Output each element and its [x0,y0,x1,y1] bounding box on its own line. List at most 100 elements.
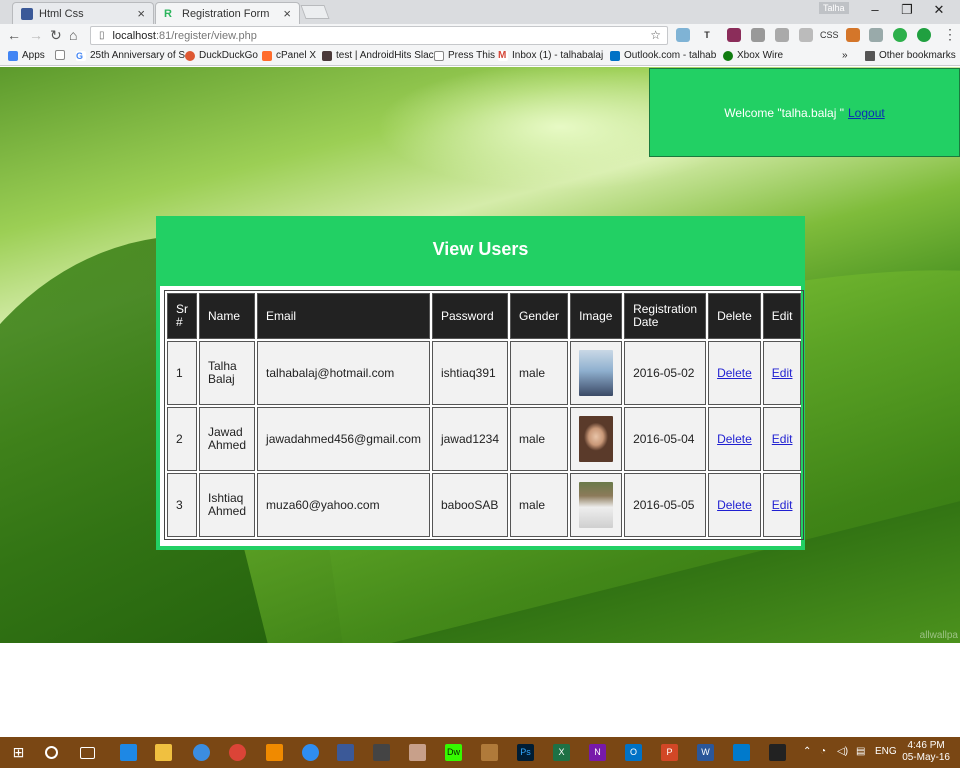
chrome-icon[interactable] [229,744,246,761]
outlook-icon[interactable]: O [625,744,642,761]
cell-delete: Delete [708,407,761,471]
welcome-box: Welcome "talha.balaj " Logout [649,68,960,157]
bookmark-outlook[interactable]: Outlook.com - talhab [610,50,716,61]
show-hidden-icons-icon[interactable]: ⌃ [803,746,811,757]
photoshop-icon[interactable]: Ps [517,744,534,761]
cell-name: Ishtiaq Ahmed [199,473,256,537]
store-icon[interactable] [373,744,390,761]
new-tab-button[interactable] [300,5,330,19]
extension-icon[interactable] [799,28,813,42]
close-icon[interactable]: × [283,6,291,21]
tab-strip: Html Css × R Registration Form × Talha –… [0,0,960,24]
bookmark-label: test | AndroidHits Slac [336,50,434,61]
bookmark-duckduckgo[interactable]: DuckDuckGo [185,50,258,61]
task-view-icon[interactable] [80,747,95,759]
bookmark-slack[interactable]: test | AndroidHits Slac [322,50,434,61]
action-center-icon[interactable]: ▤ [856,746,865,757]
users-table: Sr # Name Email Password Gender Image Re… [164,290,805,540]
menu-icon[interactable]: ⋮ [943,26,957,43]
outlook-icon [610,50,620,61]
extension-icon[interactable] [727,28,741,42]
edit-link[interactable]: Edit [772,498,793,512]
excel-icon[interactable]: X [553,744,570,761]
minimize-icon[interactable]: – [860,2,890,17]
folder-icon [865,50,875,61]
other-bookmarks[interactable]: Other bookmarks [865,50,956,61]
table-row: 1 Talha Balaj talhabalaj@hotmail.com ish… [167,341,802,405]
bookmark-press-this[interactable]: Press This [434,50,495,61]
extension-icon[interactable] [751,28,765,42]
logout-link[interactable]: Logout [848,106,885,120]
bookmarks-bar: Apps G 25th Anniversary of S DuckDuckGo c… [0,47,960,66]
bookmark-star-icon[interactable]: ☆ [650,28,661,42]
extension-icon[interactable] [676,28,690,42]
document-icon [434,50,444,61]
tab-html-css[interactable]: Html Css × [12,2,154,24]
page-info-icon[interactable]: ▯ [99,30,105,41]
bookmark-inbox[interactable]: M Inbox (1) - talhabalaj [498,50,603,61]
css-extension-icon[interactable]: CSS [820,28,839,42]
paint-icon[interactable] [409,744,426,761]
bookmarks-overflow[interactable]: » [842,50,848,61]
ie-icon[interactable] [193,744,210,761]
restore-icon[interactable]: ❐ [892,2,922,18]
extension-icon[interactable] [917,28,931,42]
cell-sr: 3 [167,473,197,537]
edit-link[interactable]: Edit [772,366,793,380]
extension-icon[interactable] [846,28,860,42]
volume-icon[interactable]: ◁) [837,746,848,757]
visual-studio-icon[interactable] [733,744,750,761]
cell-gender: male [510,407,569,471]
cell-sr: 2 [167,407,197,471]
reload-icon[interactable]: ↻ [50,27,62,44]
clock[interactable]: 4:46 PM 05-May-16 [902,740,950,764]
translate-icon[interactable]: T [700,28,714,42]
address-bar[interactable]: ▯ localhost:81/register/view.php ☆ [90,26,668,45]
gmail-icon: M [498,49,508,61]
edit-link[interactable]: Edit [772,432,793,446]
bookmark-google[interactable]: G 25th Anniversary of S [76,50,185,61]
word-icon[interactable]: W [697,744,714,761]
facebook-icon[interactable] [337,744,354,761]
extension-icon[interactable] [775,28,789,42]
language-indicator[interactable]: ENG [875,746,897,757]
vlc-icon[interactable] [266,744,283,761]
column-header: Gender [510,293,569,339]
archive-icon[interactable] [481,744,498,761]
messenger-icon[interactable] [302,744,319,761]
onenote-icon[interactable]: N [589,744,606,761]
edge-icon[interactable] [120,744,137,761]
delete-link[interactable]: Delete [717,366,752,380]
xbox-icon [723,50,733,61]
bookmark-label: Other bookmarks [879,50,956,61]
user-photo [579,482,614,528]
wifi-icon[interactable]: ◔ [820,746,826,757]
dreamweaver-icon[interactable]: Dw [445,744,462,761]
shield-icon[interactable] [869,28,883,42]
welcome-text: Welcome "talha.balaj " [724,105,844,120]
google-icon: G [76,50,86,61]
bookmark-xbox-wire[interactable]: Xbox Wire [723,50,783,61]
search-icon[interactable] [45,746,58,759]
bookmark-apps[interactable]: Apps [8,50,45,61]
delete-link[interactable]: Delete [717,432,752,446]
bookmark-cpanel[interactable]: cPanel X [262,50,316,61]
delete-link[interactable]: Delete [717,498,752,512]
vpn-icon[interactable] [893,28,907,42]
windows-icon[interactable]: ⊞ [10,744,27,761]
home-icon[interactable]: ⌂ [69,27,77,43]
cell-gender: male [510,341,569,405]
close-window-icon[interactable]: ✕ [924,2,954,18]
terminal-icon[interactable] [769,744,786,761]
file-explorer-icon[interactable] [155,744,172,761]
forward-icon[interactable]: → [29,27,43,43]
cell-password: jawad1234 [431,407,509,471]
page-viewport: allwallpa Welcome "talha.balaj " Logout … [0,67,960,643]
tab-registration-form[interactable]: R Registration Form × [155,2,300,24]
close-icon[interactable]: × [137,6,145,21]
bookmark-document[interactable] [55,50,69,60]
back-icon[interactable]: ← [7,27,21,43]
cpanel-icon [262,50,272,61]
profile-button[interactable]: Talha [819,2,849,14]
powerpoint-icon[interactable]: P [661,744,678,761]
